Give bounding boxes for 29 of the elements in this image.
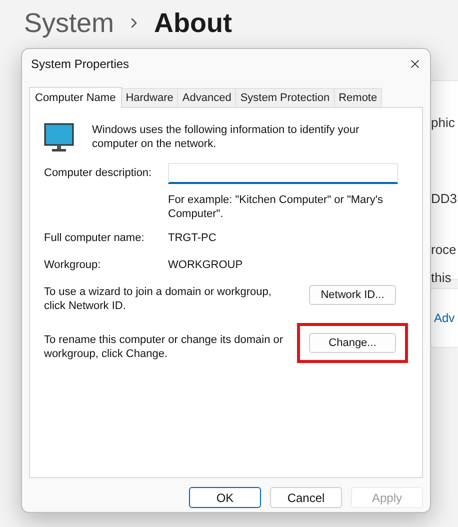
description-field[interactable]	[168, 163, 398, 184]
intro-text: Windows uses the following information to identify your computer on the network.	[92, 123, 360, 151]
instruction-text: To rename this computer or change its domain or workgroup, click Change.	[44, 333, 284, 361]
action-button[interactable]: Network ID...	[309, 285, 396, 305]
field-label: Computer description:	[44, 166, 153, 182]
tab[interactable]: Remote	[334, 88, 382, 107]
field-value: WORKGROUP	[168, 258, 243, 272]
field-value: TRGT-PC	[168, 231, 216, 246]
action-button[interactable]: Change...	[309, 333, 396, 353]
window-title: System Properties	[31, 56, 130, 73]
dialog-button[interactable]: Cancel	[270, 487, 342, 508]
close-icon[interactable]	[408, 57, 422, 71]
field-label: Workgroup:	[44, 258, 102, 272]
background-text: phic	[431, 114, 456, 132]
tab[interactable]: Computer Name	[29, 87, 122, 108]
monitor-icon	[44, 123, 74, 153]
background-text: DD3	[431, 190, 458, 208]
field-label: Full computer name:	[44, 231, 146, 246]
tab[interactable]: Advanced	[177, 88, 236, 107]
page-title: About	[154, 6, 232, 40]
background-text: roce	[431, 241, 458, 259]
tab[interactable]: Hardware	[120, 88, 178, 107]
background-link[interactable]: Adv	[431, 309, 455, 327]
hint-text: For example: "Kitchen Computer" or "Mary's Computer".	[168, 193, 384, 221]
dialog-button[interactable]: OK	[189, 487, 261, 508]
breadcrumb-link[interactable]: System	[24, 2, 114, 44]
background-text: this	[431, 268, 452, 286]
tab[interactable]: System Protection	[235, 88, 335, 107]
instruction-text: To use a wizard to join a domain or workgroup, click Network ID.	[44, 285, 272, 313]
